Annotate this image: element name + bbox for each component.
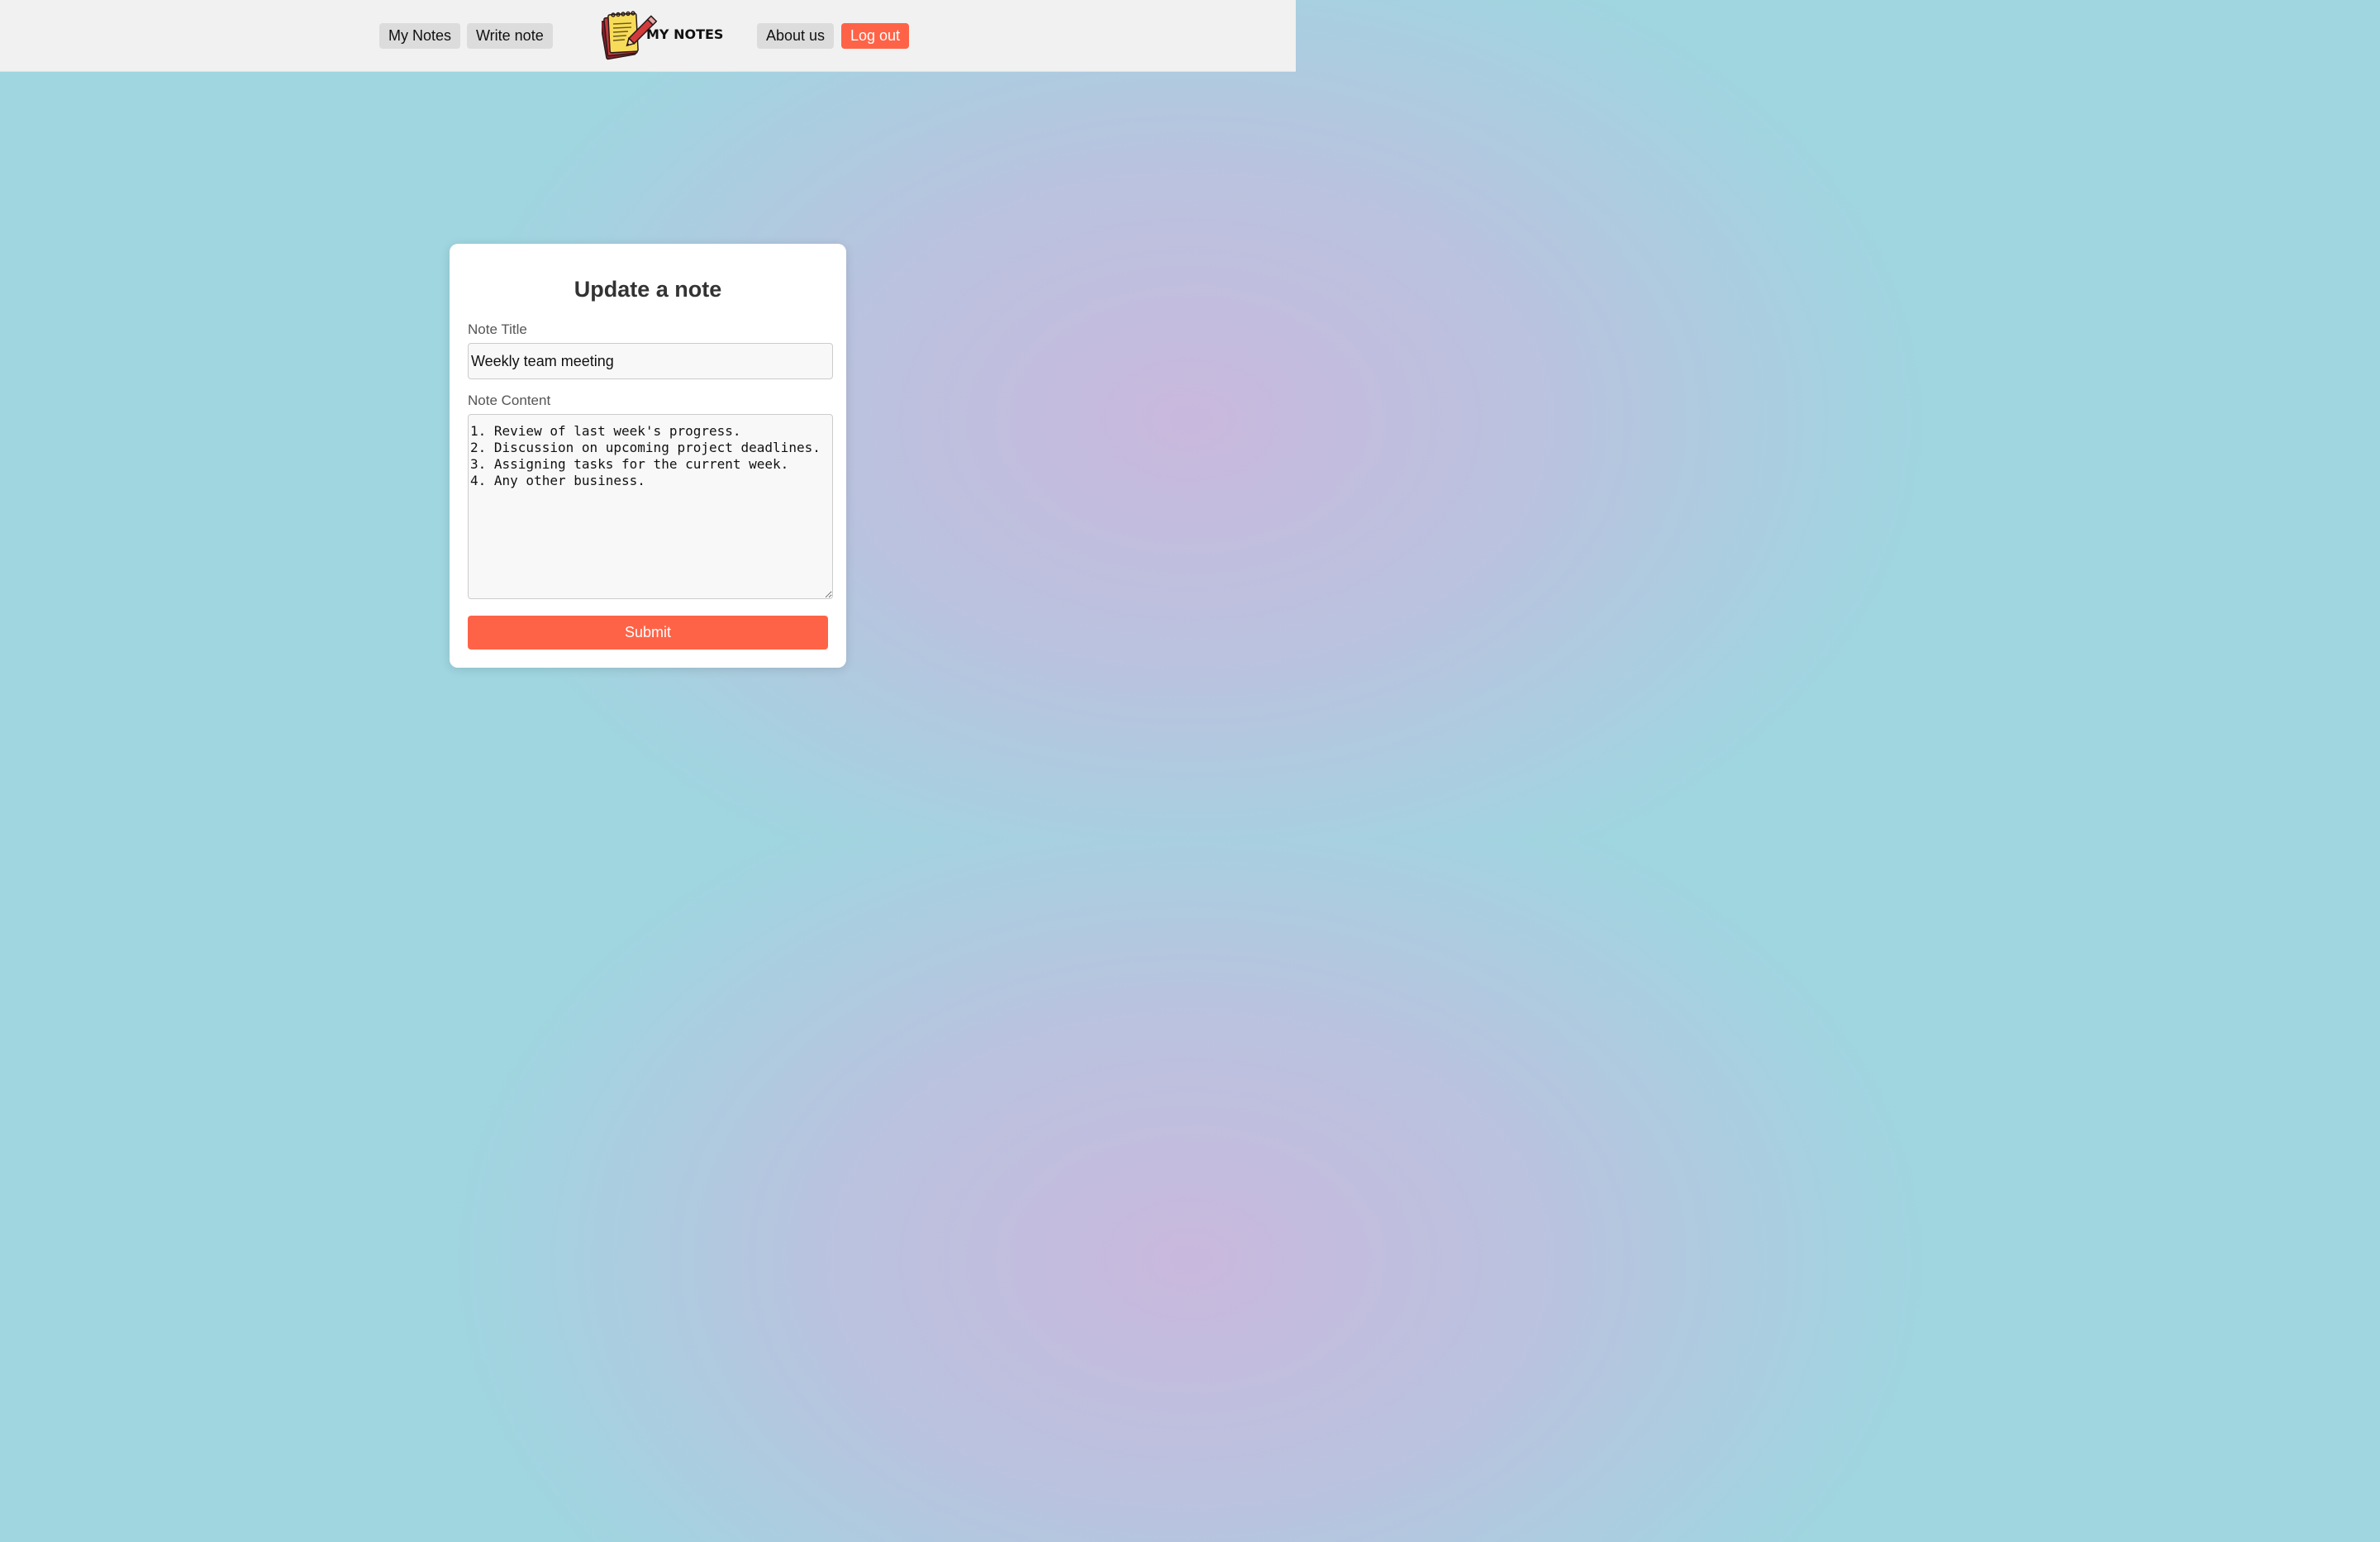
update-note-card: Update a note Note Title Note Content 1.…	[450, 244, 846, 668]
note-content-textarea[interactable]: 1. Review of last week's progress. 2. Di…	[468, 414, 833, 599]
note-title-label: Note Title	[468, 321, 527, 337]
brand-logo[interactable]: MY NOTES	[602, 9, 723, 60]
my-notes-button[interactable]: My Notes	[379, 23, 461, 49]
note-content-label: Note Content	[468, 393, 551, 408]
write-note-button[interactable]: Write note	[467, 23, 553, 49]
about-us-button[interactable]: About us	[757, 23, 835, 49]
top-navbar: My Notes Write note MY NOTES About us Lo…	[0, 0, 1296, 72]
form-heading: Update a note	[574, 277, 722, 302]
log-out-button[interactable]: Log out	[841, 23, 910, 49]
note-title-input[interactable]	[468, 343, 833, 379]
brand-name: MY NOTES	[646, 26, 724, 42]
submit-button[interactable]: Submit	[468, 616, 828, 650]
